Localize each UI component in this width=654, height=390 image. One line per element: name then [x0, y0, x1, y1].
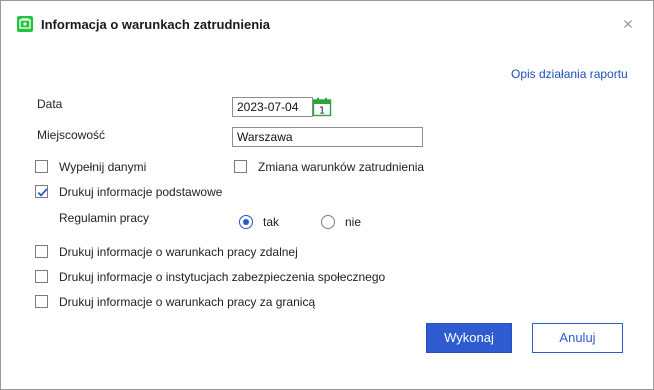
print-remote-work-label: Drukuj informacje o warunkach pracy zdal… — [59, 245, 298, 259]
cancel-button[interactable]: Anuluj — [532, 323, 623, 353]
print-work-abroad-label: Drukuj informacje o warunkach pracy za g… — [59, 295, 316, 309]
ok-button[interactable]: Wykonaj — [426, 323, 512, 353]
print-basic-info-checkbox[interactable] — [35, 185, 48, 198]
city-field[interactable]: Warszawa — [232, 127, 423, 147]
fill-with-data-checkbox[interactable] — [35, 160, 48, 173]
work-regulations-no-radio[interactable] — [321, 215, 335, 229]
dialog-window: Informacja o warunkach zatrudnienia Opis… — [0, 0, 654, 390]
date-field[interactable]: 2023-07-04 — [232, 97, 313, 117]
print-work-abroad-checkbox[interactable] — [35, 295, 48, 308]
date-label: Data — [37, 97, 63, 111]
print-social-security-label: Drukuj informacje o instytucjach zabezpi… — [59, 270, 386, 284]
change-conditions-label: Zmiana warunków zatrudnienia — [258, 160, 425, 174]
calendar-day: 1 — [319, 106, 325, 117]
dialog-title: Informacja o warunkach zatrudnienia — [41, 17, 270, 32]
print-social-security-checkbox[interactable] — [35, 270, 48, 283]
report-help-link[interactable]: Opis działania raportu — [511, 67, 628, 81]
work-regulations-yes-radio[interactable] — [239, 215, 253, 229]
work-regulations-no-label: nie — [345, 215, 362, 229]
calendar-icon[interactable]: 1 — [312, 97, 332, 117]
title-bar: Informacja o warunkach zatrudnienia — [1, 1, 653, 47]
print-remote-work-checkbox[interactable] — [35, 245, 48, 258]
work-regulations-yes-label: tak — [263, 215, 280, 229]
work-regulations-label: Regulamin pracy — [59, 211, 150, 225]
app-icon — [17, 16, 33, 32]
print-basic-info-label: Drukuj informacje podstawowe — [59, 185, 223, 199]
fill-with-data-label: Wypełnij danymi — [59, 160, 147, 174]
city-label: Miejscowość — [37, 128, 106, 142]
change-conditions-checkbox[interactable] — [234, 160, 247, 173]
close-icon[interactable] — [621, 17, 635, 31]
checkmark-icon — [37, 188, 48, 197]
